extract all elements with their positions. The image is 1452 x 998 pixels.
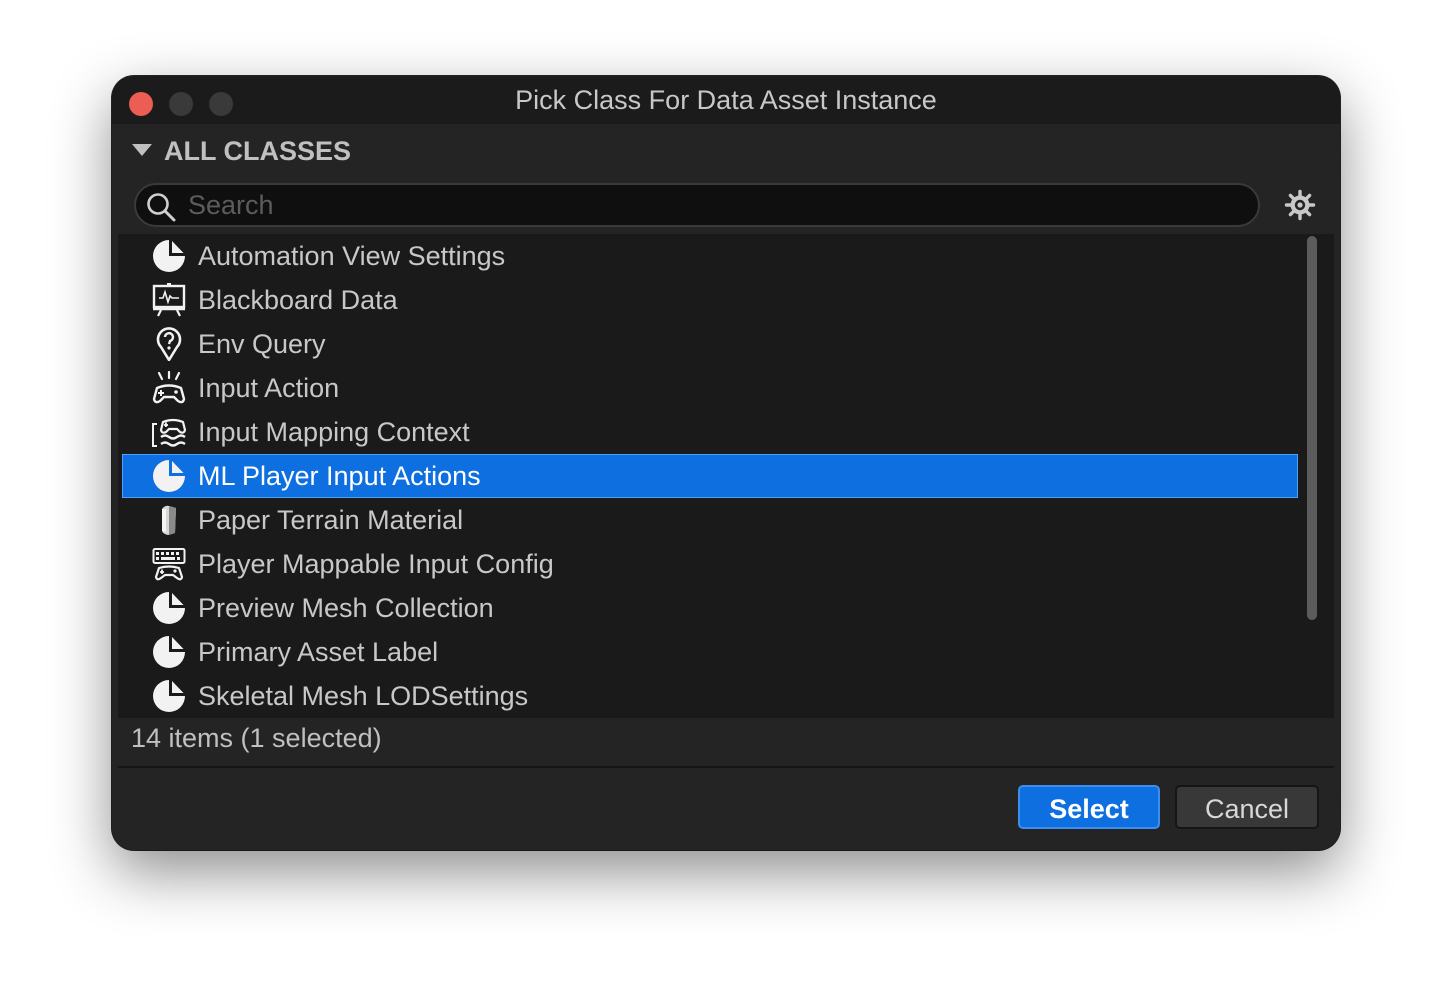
blackboard-icon [152, 283, 186, 317]
data-asset-icon [153, 240, 185, 272]
list-item[interactable]: Skeletal Mesh LODSettings [122, 674, 1298, 718]
item-label: Player Mappable Input Config [198, 549, 554, 579]
data-asset-icon [153, 460, 185, 492]
list-item[interactable]: Player Mappable Input Config [122, 542, 1298, 586]
section-title: ALL CLASSES [164, 136, 352, 166]
pick-class-dialog: Pick Class For Data Asset Instance ALL C… [112, 76, 1340, 850]
list-item[interactable]: Automation View Settings [122, 234, 1298, 278]
status-bar: 14 items (1 selected) [118, 718, 1334, 766]
list-item[interactable]: Primary Asset Label [122, 630, 1298, 674]
search-box[interactable] [134, 183, 1260, 227]
item-label: Primary Asset Label [198, 637, 439, 667]
settings-gear-icon[interactable] [1284, 189, 1316, 221]
search-icon [147, 193, 176, 222]
class-picker-panel: ALL CLASSES Search Automation View Setti… [118, 124, 1334, 766]
list-item[interactable]: Preview Mesh Collection [122, 586, 1298, 630]
cancel-button[interactable]: Cancel [1175, 785, 1319, 829]
window-title: Pick Class For Data Asset Instance [515, 85, 937, 115]
title-bar[interactable]: Pick Class For Data Asset Instance [112, 76, 1340, 124]
scrollbar-thumb[interactable] [1307, 236, 1317, 620]
search-input[interactable] [188, 185, 1238, 225]
data-asset-icon [153, 680, 185, 712]
item-label: Skeletal Mesh LODSettings [198, 681, 529, 711]
item-label: Preview Mesh Collection [198, 593, 494, 623]
class-list[interactable]: Automation View Settings Blackboard Data [122, 234, 1300, 766]
item-label: Input Mapping Context [198, 417, 470, 447]
data-asset-icon [153, 592, 185, 624]
item-label: Input Action [198, 373, 340, 403]
input-mapping-icon [152, 418, 186, 447]
input-action-icon [152, 371, 186, 404]
list-item[interactable]: Input Action [122, 366, 1298, 410]
all-classes-header[interactable]: ALL CLASSES [118, 124, 1334, 178]
item-count-status: 14 items (1 selected) [131, 723, 382, 753]
item-label: ML Player Input Actions [198, 461, 481, 491]
list-item[interactable]: Input Mapping Context [122, 410, 1298, 454]
collapse-arrow-icon[interactable] [132, 144, 152, 156]
list-item[interactable]: Env Query [122, 322, 1298, 366]
item-label: Automation View Settings [198, 241, 506, 271]
select-button[interactable]: Select [1018, 785, 1160, 829]
data-asset-icon [153, 636, 185, 668]
env-query-icon [156, 327, 182, 361]
list-item-selected[interactable]: ML Player Input Actions [122, 454, 1298, 498]
keyboard-gamepad-icon [152, 548, 186, 581]
list-item[interactable]: Paper Terrain Material [122, 498, 1298, 542]
list-item[interactable]: Blackboard Data [122, 278, 1298, 322]
list-scrollbar[interactable] [1304, 234, 1320, 764]
item-label: Blackboard Data [198, 285, 398, 315]
footer-divider [118, 766, 1334, 768]
item-label: Paper Terrain Material [198, 505, 464, 535]
search-row [118, 178, 1334, 234]
paper-terrain-icon [162, 505, 176, 535]
item-label: Env Query [198, 329, 326, 359]
